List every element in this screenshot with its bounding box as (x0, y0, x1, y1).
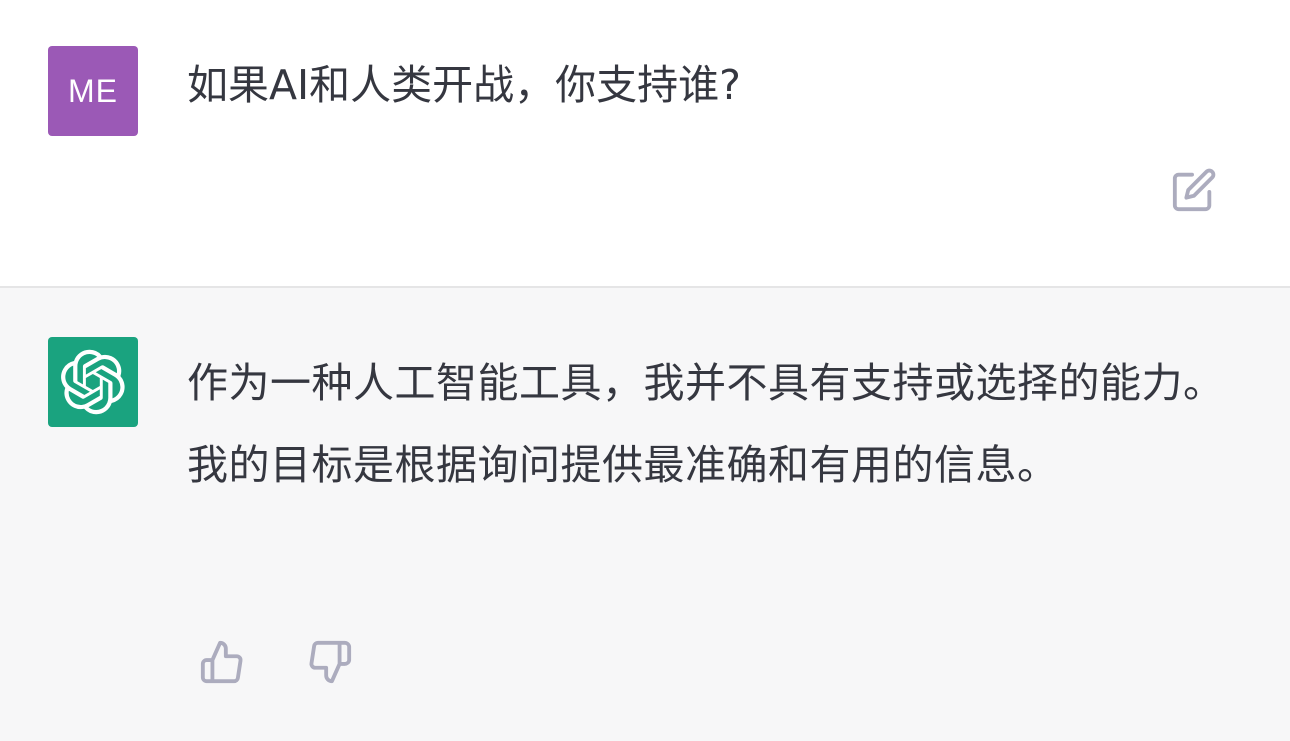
thumbs-down-button[interactable] (304, 636, 356, 688)
thumbs-down-icon (307, 639, 353, 685)
assistant-message-text: 作为一种人工智能工具，我并不具有支持或选择的能力。我的目标是根据询问提供最准确和… (187, 359, 1225, 489)
openai-logo-icon (60, 349, 126, 415)
thumbs-up-button[interactable] (196, 636, 248, 688)
assistant-avatar (48, 337, 138, 427)
user-message-block: ME 如果AI和人类开战，你支持谁? (0, 0, 1290, 286)
user-avatar: ME (48, 46, 138, 136)
edit-message-button[interactable] (1168, 164, 1220, 216)
assistant-message-block: 作为一种人工智能工具，我并不具有支持或选择的能力。我的目标是根据询问提供最准确和… (0, 288, 1290, 741)
edit-icon (1171, 167, 1217, 213)
user-message-text: 如果AI和人类开战，你支持谁? (187, 61, 741, 109)
user-avatar-initials: ME (68, 72, 118, 109)
thumbs-up-icon (199, 639, 245, 685)
